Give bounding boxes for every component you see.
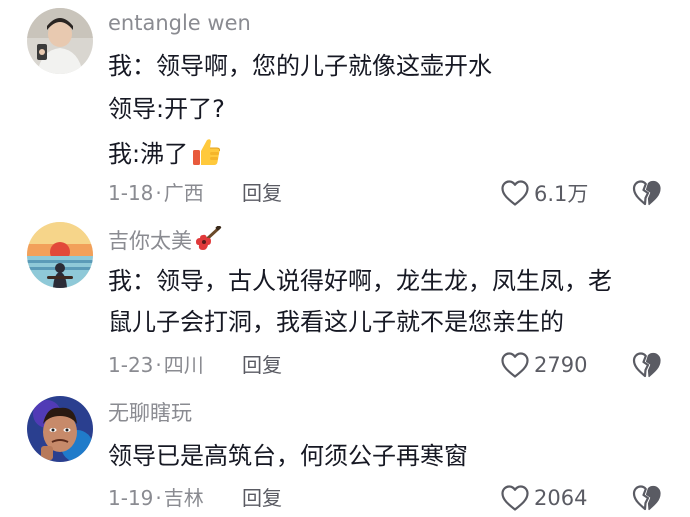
meta-separator: · (155, 181, 162, 205)
avatar[interactable] (27, 396, 93, 462)
like-count: 2790 (534, 353, 588, 377)
like-count: 2064 (534, 486, 588, 510)
username[interactable]: entangle wen (108, 10, 251, 36)
comment-text-line: 领导已是高筑台，何须公子再寒窗 (108, 442, 468, 470)
comment-text: 我:沸了 (108, 140, 189, 168)
like-button[interactable]: 2064 (500, 483, 587, 513)
username[interactable]: 吉你太美 (108, 224, 222, 258)
dislike-button[interactable] (631, 483, 663, 513)
comment-date: 1-19 (108, 486, 154, 510)
reply-button[interactable]: 回复 (242, 180, 282, 206)
heart-icon (501, 180, 529, 206)
avatar[interactable] (27, 222, 93, 288)
like-button[interactable]: 2790 (500, 350, 587, 380)
username-text: 吉你太美 (108, 229, 192, 253)
dislike-button[interactable] (631, 178, 663, 208)
like-button[interactable]: 6.1万 (500, 178, 588, 208)
avatar[interactable] (27, 8, 93, 74)
meta-separator: · (155, 353, 162, 377)
broken-heart-icon (632, 485, 661, 511)
thumbs-up-icon (190, 136, 222, 176)
heart-icon (501, 352, 529, 378)
heart-icon (501, 485, 529, 511)
comment-date: 1-18 (108, 181, 154, 205)
reply-button[interactable]: 回复 (242, 485, 282, 511)
like-count: 6.1万 (534, 182, 589, 206)
broken-heart-icon (632, 180, 661, 206)
comment-text-line: 我：领导啊，您的儿子就像这壶开水 (108, 52, 492, 80)
comment-text-line: 我:沸了 (108, 136, 222, 176)
broken-heart-icon (632, 352, 661, 378)
comment-meta: 1-23 · 四川 (108, 352, 204, 378)
comment-meta: 1-18 · 广西 (108, 180, 204, 206)
comment-text-line: 我：领导，古人说得好啊，龙生龙，凤生凤，老 (108, 267, 612, 295)
comment-text: 领导:开了? (108, 95, 225, 123)
comment-text-line: 领导:开了? (108, 93, 225, 125)
meta-separator: · (155, 486, 162, 510)
reply-button[interactable]: 回复 (242, 352, 282, 378)
comment-location: 吉林 (163, 486, 204, 510)
guitar-icon (194, 224, 222, 258)
comment-text-line: 鼠儿子会打洞，我看这儿子就不是您亲生的 (108, 308, 564, 336)
username[interactable]: 无聊瞎玩 (108, 400, 192, 426)
comment-date: 1-23 (108, 353, 154, 377)
comment-meta: 1-19 · 吉林 (108, 485, 204, 511)
dislike-button[interactable] (631, 350, 663, 380)
comment-location: 四川 (163, 353, 204, 377)
comment-location: 广西 (163, 181, 204, 205)
